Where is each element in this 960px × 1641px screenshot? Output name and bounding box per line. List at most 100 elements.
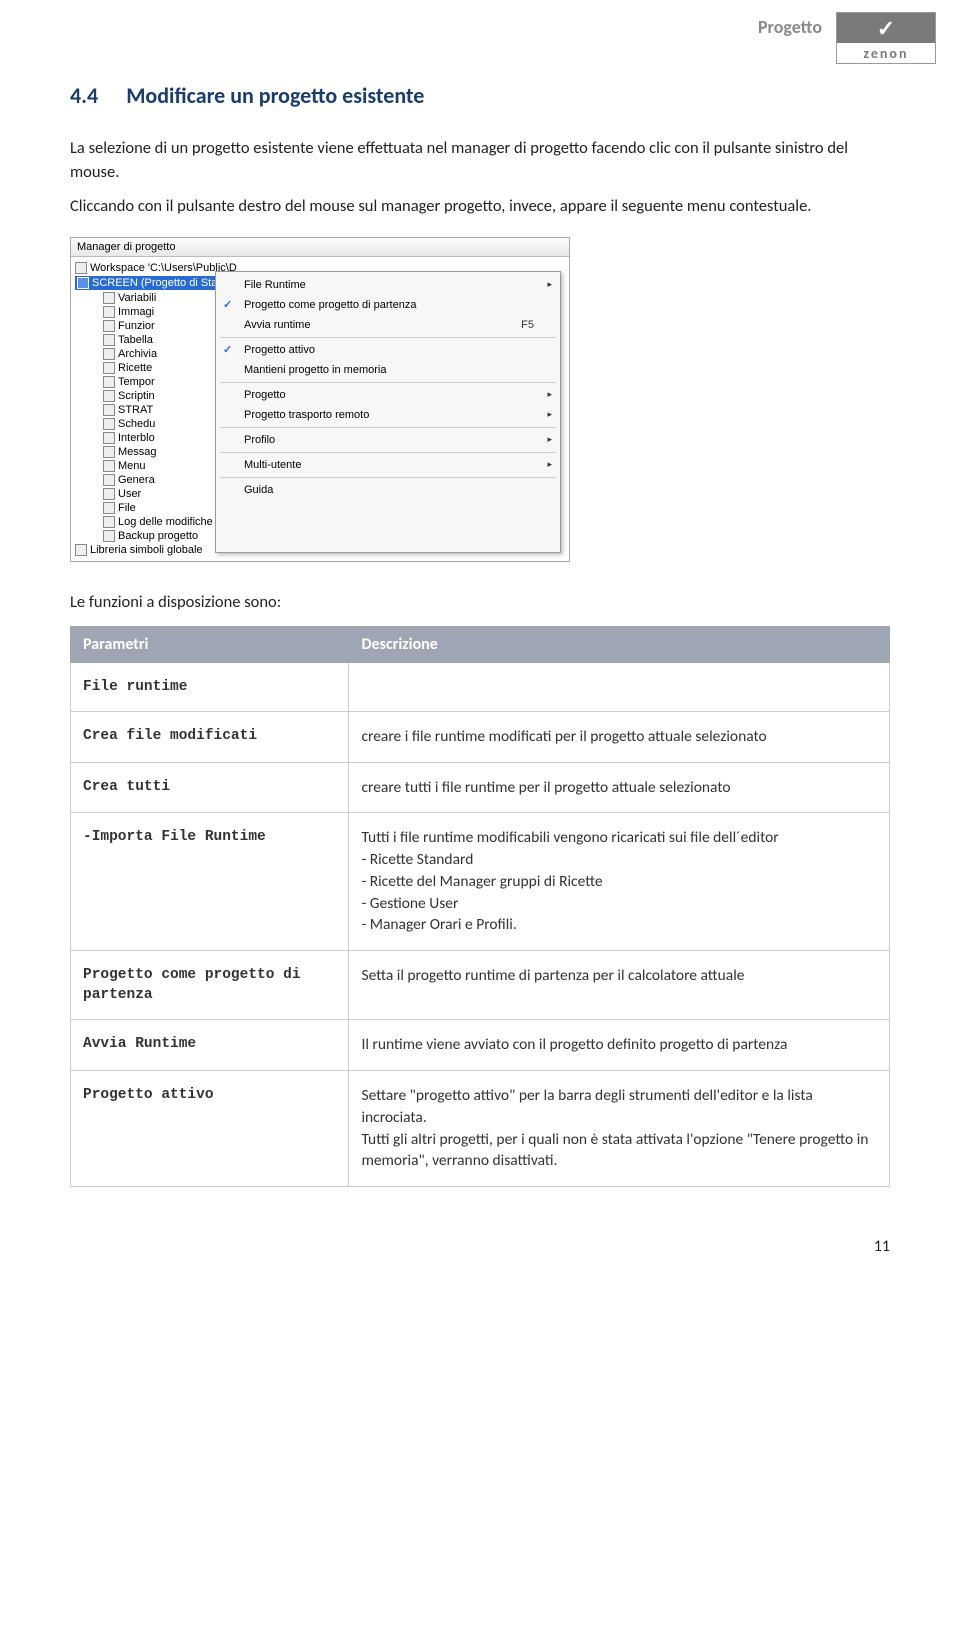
tree-item[interactable]: Tempor bbox=[75, 375, 219, 389]
section-heading-text: Modificare un progetto esistente bbox=[126, 82, 424, 109]
param-cell: Crea tutti bbox=[71, 762, 349, 813]
tree-item[interactable]: Funzior bbox=[75, 319, 219, 333]
table-header-row: Parametri Descrizione bbox=[71, 626, 890, 662]
tree-label: Libreria simboli globale bbox=[90, 544, 203, 556]
section-number: 4.4 bbox=[70, 82, 98, 109]
menu-label: Multi-utente bbox=[244, 459, 301, 471]
menu-separator bbox=[220, 477, 556, 478]
tree-item[interactable]: Tabella bbox=[75, 333, 219, 347]
tree-label: STRAT bbox=[118, 404, 153, 416]
tree-label: Variabili bbox=[118, 292, 156, 304]
th-descrizione: Descrizione bbox=[349, 626, 890, 662]
tree-item[interactable]: Scriptin bbox=[75, 389, 219, 403]
tree-item[interactable]: Immagi bbox=[75, 305, 219, 319]
desc-cell: creare i file runtime modificati per il … bbox=[349, 712, 890, 763]
node-icon bbox=[103, 502, 115, 514]
parameters-table: Parametri Descrizione File runtime Crea … bbox=[70, 626, 890, 1187]
tree-label: Archivia bbox=[118, 348, 157, 360]
param-cell: File runtime bbox=[71, 662, 349, 711]
table-row: Progetto attivo Settare "progetto attivo… bbox=[71, 1071, 890, 1187]
tree-label: Scriptin bbox=[118, 390, 155, 402]
tree-selected-project[interactable]: SCREEN (Progetto di Start) bbox=[75, 276, 219, 290]
desc-cell: Il runtime viene avviato con il progetto… bbox=[349, 1020, 890, 1071]
tree-item[interactable]: Genera bbox=[75, 473, 219, 487]
page-number: 11 bbox=[0, 1187, 960, 1256]
tree-item[interactable]: User bbox=[75, 487, 219, 501]
menu-help[interactable]: Guida bbox=[216, 480, 560, 500]
node-icon bbox=[103, 292, 115, 304]
param-cell: Progetto attivo bbox=[71, 1071, 349, 1187]
param-cell: -Importa File Runtime bbox=[71, 813, 349, 950]
table-row: Progetto come progetto di partenza Setta… bbox=[71, 950, 890, 1020]
tree-label: Messag bbox=[118, 446, 157, 458]
folder-icon bbox=[75, 262, 87, 274]
tree-item[interactable]: Ricette bbox=[75, 361, 219, 375]
header-label: Progetto bbox=[758, 12, 822, 38]
menu-label: Profilo bbox=[244, 434, 275, 446]
menu-remote-transport[interactable]: Progetto trasporto remoto ▸ bbox=[216, 405, 560, 425]
menu-project-active[interactable]: ✓ Progetto attivo bbox=[216, 340, 560, 360]
tree-item[interactable]: Variabili bbox=[75, 291, 219, 305]
tree-global-lib[interactable]: Libreria simboli globale bbox=[75, 543, 219, 557]
node-icon bbox=[103, 474, 115, 486]
menu-file-runtime[interactable]: File Runtime▸ bbox=[216, 275, 560, 295]
menu-label: Progetto attivo bbox=[244, 344, 315, 356]
node-icon bbox=[103, 320, 115, 332]
check-icon: ✓ bbox=[223, 298, 232, 311]
tree-label: Ricette bbox=[118, 362, 152, 374]
desc-cell: Settare "progetto attivo" per la barra d… bbox=[349, 1071, 890, 1187]
chevron-right-icon: ▸ bbox=[547, 389, 552, 400]
param-cell: Progetto come progetto di partenza bbox=[71, 950, 349, 1020]
tree-item[interactable]: Messag bbox=[75, 445, 219, 459]
menu-label: Progetto trasporto remoto bbox=[244, 409, 369, 421]
node-icon bbox=[103, 418, 115, 430]
table-row: -Importa File Runtime Tutti i file runti… bbox=[71, 813, 890, 950]
menu-profile[interactable]: Profilo ▸ bbox=[216, 430, 560, 450]
chevron-right-icon: ▸ bbox=[547, 409, 552, 420]
node-icon bbox=[103, 376, 115, 388]
paragraph-2: Cliccando con il pulsante destro del mou… bbox=[70, 195, 890, 219]
tree-item[interactable]: Backup progetto bbox=[75, 529, 219, 543]
lib-icon bbox=[75, 544, 87, 556]
node-icon bbox=[103, 348, 115, 360]
chevron-right-icon: ▸ bbox=[547, 434, 552, 445]
node-icon bbox=[103, 432, 115, 444]
node-icon bbox=[103, 334, 115, 346]
tree-item[interactable]: Menu bbox=[75, 459, 219, 473]
node-icon bbox=[103, 306, 115, 318]
chevron-right-icon: ▸ bbox=[547, 279, 552, 290]
node-icon bbox=[103, 488, 115, 500]
tree-label: Log delle modifiche bbox=[118, 516, 213, 528]
menu-separator bbox=[220, 452, 556, 453]
th-parametri: Parametri bbox=[71, 626, 349, 662]
table-row: Crea file modificati creare i file runti… bbox=[71, 712, 890, 763]
tree-item[interactable]: Log delle modifiche bbox=[75, 515, 219, 529]
menu-project-as-start[interactable]: ✓Progetto come progetto di partenza bbox=[216, 295, 560, 315]
page-header: Progetto ✓ zenon bbox=[0, 0, 960, 72]
node-icon bbox=[103, 516, 115, 528]
tree-workspace[interactable]: Workspace 'C:\Users\Public\D bbox=[75, 261, 219, 275]
menu-separator bbox=[220, 427, 556, 428]
menu-multiuser[interactable]: Multi-utente▸ bbox=[216, 455, 560, 475]
tree-label: User bbox=[118, 488, 141, 500]
project-icon bbox=[77, 277, 89, 289]
node-icon bbox=[103, 362, 115, 374]
tree-label: Tabella bbox=[118, 334, 153, 346]
param-cell: Avvia Runtime bbox=[71, 1020, 349, 1071]
menu-start-runtime[interactable]: Avvia runtimeF5 bbox=[216, 315, 560, 335]
node-icon bbox=[103, 390, 115, 402]
tree-item[interactable]: Archivia bbox=[75, 347, 219, 361]
tree-label: SCREEN (Progetto di Start) bbox=[92, 277, 228, 289]
tree-item[interactable]: Interblo bbox=[75, 431, 219, 445]
node-icon bbox=[103, 446, 115, 458]
tree-item[interactable]: Schedu bbox=[75, 417, 219, 431]
screenshot-window-title: Manager di progetto bbox=[71, 238, 569, 257]
menu-keep-in-memory[interactable]: Mantieni progetto in memoria bbox=[216, 360, 560, 380]
menu-project[interactable]: Progetto▸ bbox=[216, 385, 560, 405]
check-icon: ✓ bbox=[223, 343, 232, 356]
tree-item[interactable]: File bbox=[75, 501, 219, 515]
menu-shortcut: F5 bbox=[521, 319, 552, 331]
project-tree: Workspace 'C:\Users\Public\D SCREEN (Pro… bbox=[71, 257, 221, 561]
tree-label: Backup progetto bbox=[118, 530, 198, 542]
tree-item[interactable]: STRAT bbox=[75, 403, 219, 417]
